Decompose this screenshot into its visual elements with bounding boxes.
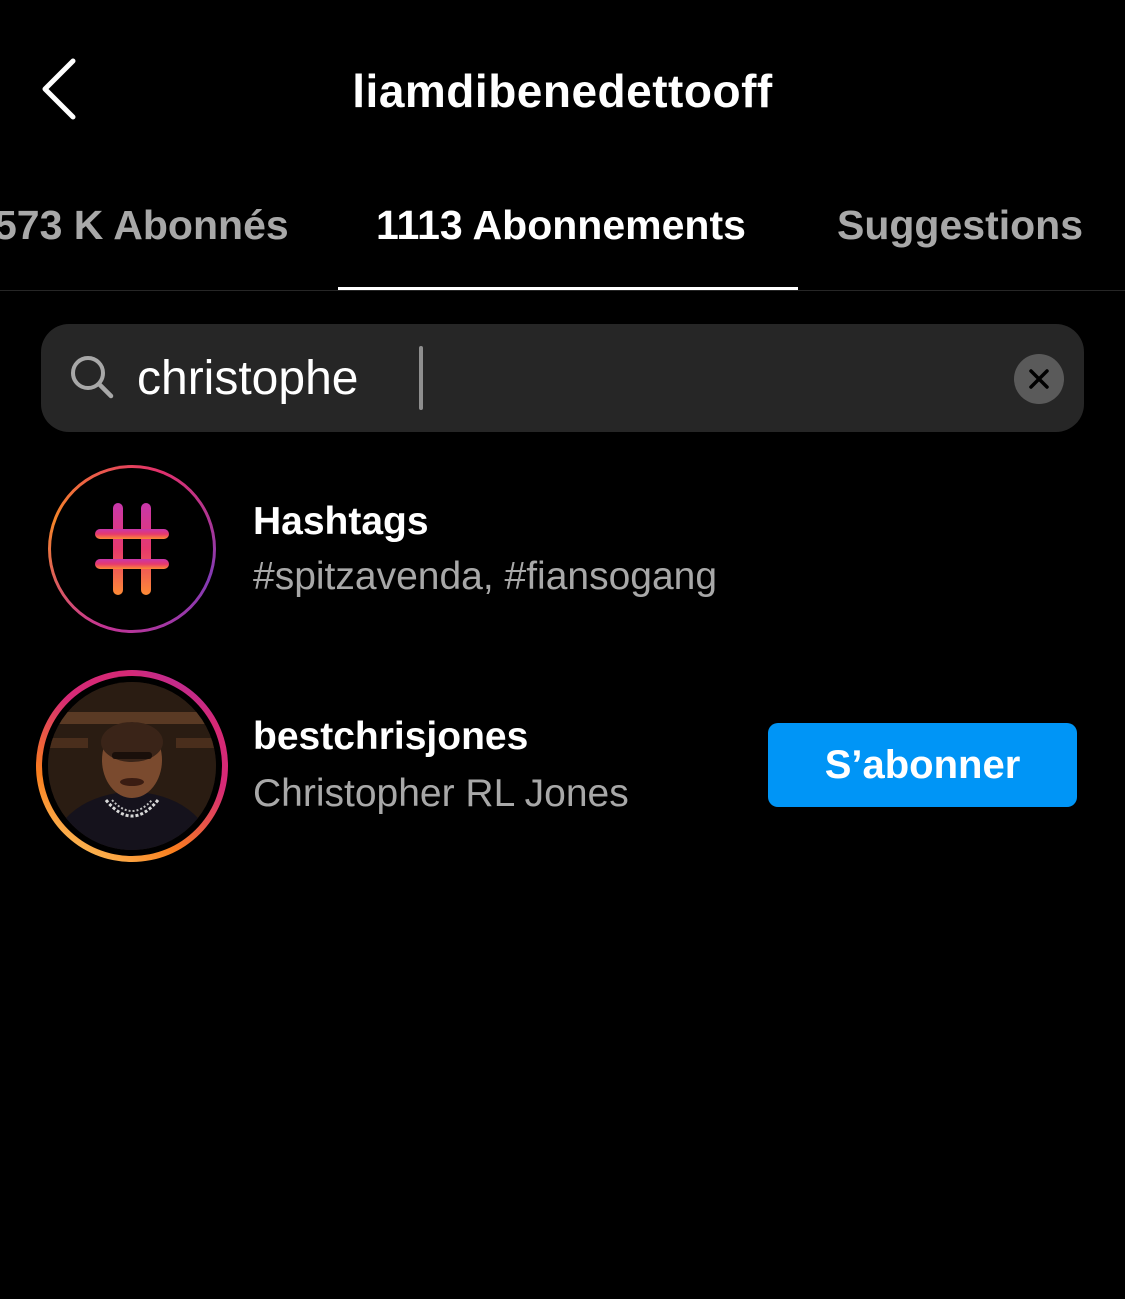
hashtags-title: Hashtags [253, 500, 429, 543]
screen: liamdibenedettooff 573 K Abonnés 1113 Ab… [0, 0, 1125, 1299]
username: bestchrisjones [253, 715, 529, 758]
text-caret [419, 346, 423, 410]
tab-suggestions[interactable]: Suggestions [837, 202, 1083, 249]
tab-bar: 573 K Abonnés 1113 Abonnements Suggestio… [0, 180, 1125, 291]
clear-search-button[interactable] [1014, 354, 1064, 404]
profile-photo [48, 682, 216, 850]
hashtag-icon [95, 503, 169, 595]
hashtag-avatar [48, 465, 216, 633]
tab-following[interactable]: 1113 Abonnements [376, 202, 746, 249]
list-item-user[interactable]: bestchrisjones Christopher RL Jones S’ab… [0, 665, 1125, 865]
active-tab-indicator [338, 287, 798, 290]
search-bar[interactable] [41, 324, 1084, 432]
hashtags-subtitle: #spitzavenda, #fiansogang [253, 555, 718, 598]
tab-followers[interactable]: 573 K Abonnés [0, 202, 289, 249]
follow-button[interactable]: S’abonner [768, 723, 1077, 807]
search-input[interactable] [137, 346, 987, 410]
full-name: Christopher RL Jones [253, 772, 629, 815]
list-item-hashtags[interactable]: Hashtags #spitzavenda, #fiansogang [0, 460, 1125, 640]
page-title: liamdibenedettooff [352, 65, 773, 117]
search-icon [71, 356, 114, 399]
clear-icon [1029, 369, 1049, 389]
avatar[interactable] [36, 670, 228, 862]
header: liamdibenedettooff [0, 0, 1125, 180]
